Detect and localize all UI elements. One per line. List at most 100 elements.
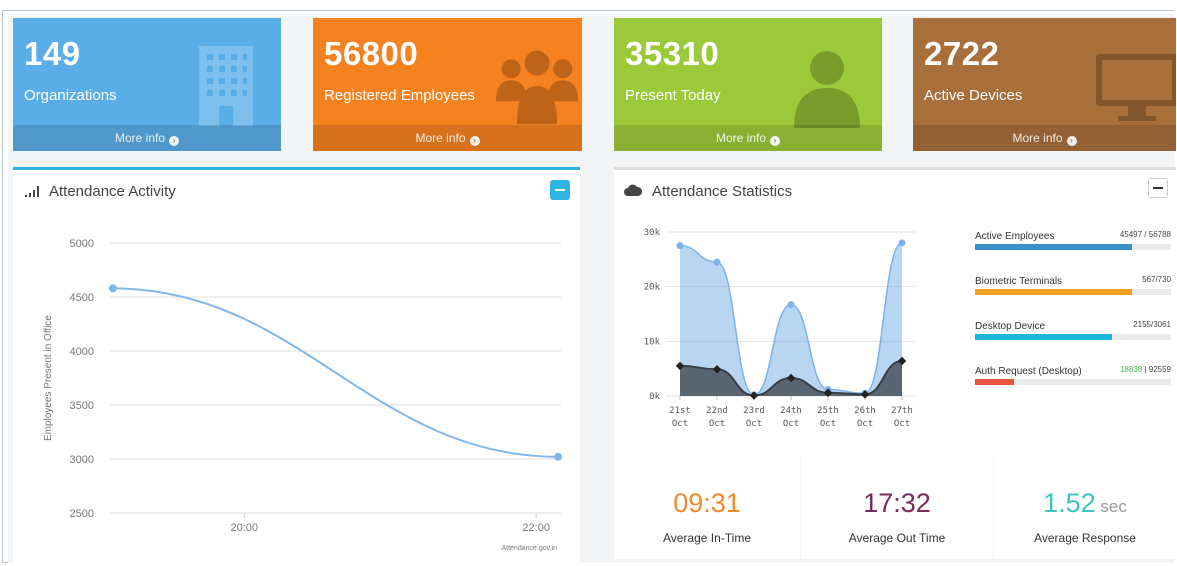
x-tick-label: 20:00 <box>231 522 259 534</box>
x-tick-label: Oct <box>709 419 725 429</box>
active-devices-count: 2722 <box>924 35 1000 72</box>
y-tick-label: 4500 <box>70 292 94 304</box>
active-devices-label: Active Devices <box>924 87 1023 104</box>
stat-unit: sec <box>1095 497 1127 516</box>
y-tick-label: 20k <box>644 283 661 293</box>
building-icon <box>199 46 253 126</box>
data-point[interactable] <box>787 301 795 309</box>
series-line <box>112 287 559 458</box>
present-today-tile[interactable]: 35310 Present Today More info › <box>614 18 882 151</box>
registered-employees-count: 56800 <box>324 35 419 72</box>
registered-employees-tile[interactable]: 56800 Registered Employees More info › <box>313 18 582 151</box>
progress-value-primary: 18838 <box>1119 365 1143 374</box>
attendance-statistics-panel: Attendance Statistics 0k 10k 20k 30k 21st Oct… <box>614 167 1176 455</box>
progress-track <box>975 334 1171 340</box>
progress-value-total: | 92559 <box>1142 365 1171 374</box>
minus-icon <box>1153 187 1163 189</box>
more-info-label: More info <box>114 131 166 145</box>
average-in-time-value: 09:31 <box>614 488 800 519</box>
x-tick-label: Oct <box>857 419 873 429</box>
x-tick-label: 26th <box>854 406 876 416</box>
progress-fill <box>975 334 1113 340</box>
present-today-more-info-link[interactable]: More info › <box>614 125 882 151</box>
data-point[interactable] <box>898 239 906 247</box>
progress-label: Active Employees <box>975 231 1055 242</box>
average-response-stat: 1.52 sec Average Response <box>994 452 1176 559</box>
x-tick-label: 27th <box>891 406 913 416</box>
x-tick-label: 22nd <box>706 406 728 416</box>
x-tick-label: 22:00 <box>522 522 550 534</box>
y-tick-label: 5000 <box>70 238 94 250</box>
x-tick-label: Oct <box>894 419 910 429</box>
data-point[interactable] <box>749 391 759 400</box>
progress-fill <box>975 379 1015 385</box>
attendance-statistics-chart: 0k 10k 20k 30k 21st Oct 22nd Oct 23rd Oct 24th Oct 2… <box>644 228 916 429</box>
present-today-count: 35310 <box>625 35 720 72</box>
organizations-more-info-link[interactable]: More info › <box>13 125 281 151</box>
x-tick-label: 23rd <box>743 406 765 416</box>
data-point[interactable] <box>108 284 117 293</box>
y-tick-label: 10k <box>644 337 661 347</box>
average-out-time-label: Average Out Time <box>848 531 946 545</box>
average-response-label: Average Response <box>1034 531 1136 545</box>
y-tick-label: 30k <box>644 228 661 238</box>
arrow-circle-right-icon: › <box>770 136 781 146</box>
average-in-time-stat: 09:31 Average In-Time <box>614 452 800 559</box>
average-out-time-value: 17:32 <box>801 488 993 519</box>
data-point[interactable] <box>676 242 684 250</box>
progress-value: 18838 | 92559 <box>1120 365 1171 374</box>
registered-employees-more-info-link[interactable]: More info › <box>313 125 582 151</box>
more-info-label: More info <box>715 131 767 145</box>
y-tick-label: 0k <box>649 392 660 402</box>
average-response-value: 1.52 sec <box>994 488 1176 519</box>
y-tick-label: 3500 <box>70 400 94 412</box>
data-point[interactable] <box>554 452 563 461</box>
average-out-time-stat: 17:32 Average Out Time <box>801 452 993 559</box>
y-tick-label: 3000 <box>70 454 94 466</box>
watermark-text: Attendance.gov.in <box>501 545 557 552</box>
arrow-circle-right-icon: › <box>1066 136 1077 146</box>
progress-value: 567/730 <box>1142 275 1171 284</box>
collapse-statistics-button[interactable] <box>1148 178 1168 198</box>
organizations-tile[interactable]: 149 Organizations More info › <box>13 18 281 151</box>
x-tick-label: Oct <box>672 419 688 429</box>
x-tick-label: 25th <box>817 406 839 416</box>
present-today-label: Present Today <box>625 87 721 104</box>
x-tick-label: 21st <box>669 406 691 416</box>
stat-value: 17:32 <box>863 488 931 518</box>
y-tick-label: 4000 <box>70 346 94 358</box>
x-tick-label: 24th <box>780 406 802 416</box>
progress-fill <box>975 289 1132 295</box>
arrow-circle-right-icon: › <box>169 136 180 146</box>
active-devices-more-info-link[interactable]: More info › <box>913 125 1176 151</box>
progress-label: Auth Request (Desktop) <box>975 366 1082 377</box>
x-tick-label: Oct <box>820 419 836 429</box>
x-tick-label: Oct <box>746 419 762 429</box>
progress-value: 2155/3061 <box>1133 320 1171 329</box>
more-info-label: More info <box>1012 131 1063 145</box>
progress-value: 45497 / 56788 <box>1119 230 1171 239</box>
organizations-label: Organizations <box>24 87 117 104</box>
attendance-activity-chart: Attendance.gov.in 2500 3000 3500 4000 4500 50… <box>43 238 563 552</box>
more-info-label: More info <box>415 131 466 145</box>
attendance-activity-panel: Attendance Activity Attendance.gov.in 25… <box>13 167 580 566</box>
x-tick-label: Oct <box>783 419 799 429</box>
registered-employees-label: Registered Employees <box>324 87 475 104</box>
y-axis-label: Employees Present in Office <box>43 315 54 441</box>
progress-label: Biometric Terminals <box>975 276 1063 287</box>
y-tick-label: 2500 <box>70 508 94 520</box>
data-point[interactable] <box>713 258 721 266</box>
progress-track <box>975 379 1171 385</box>
progress-label: Desktop Device <box>975 321 1046 332</box>
progress-track <box>975 289 1171 295</box>
stat-value: 1.52 <box>1043 488 1096 518</box>
active-devices-tile[interactable]: 2722 Active Devices More info › <box>913 18 1176 151</box>
monitor-icon <box>1096 54 1176 121</box>
users-group-icon <box>495 50 579 125</box>
organizations-count: 149 <box>24 35 81 72</box>
user-icon <box>794 51 860 128</box>
average-in-time-label: Average In-Time <box>662 531 752 545</box>
arrow-circle-right-icon: › <box>469 136 480 146</box>
progress-track <box>975 244 1171 250</box>
progress-fill <box>975 244 1132 250</box>
